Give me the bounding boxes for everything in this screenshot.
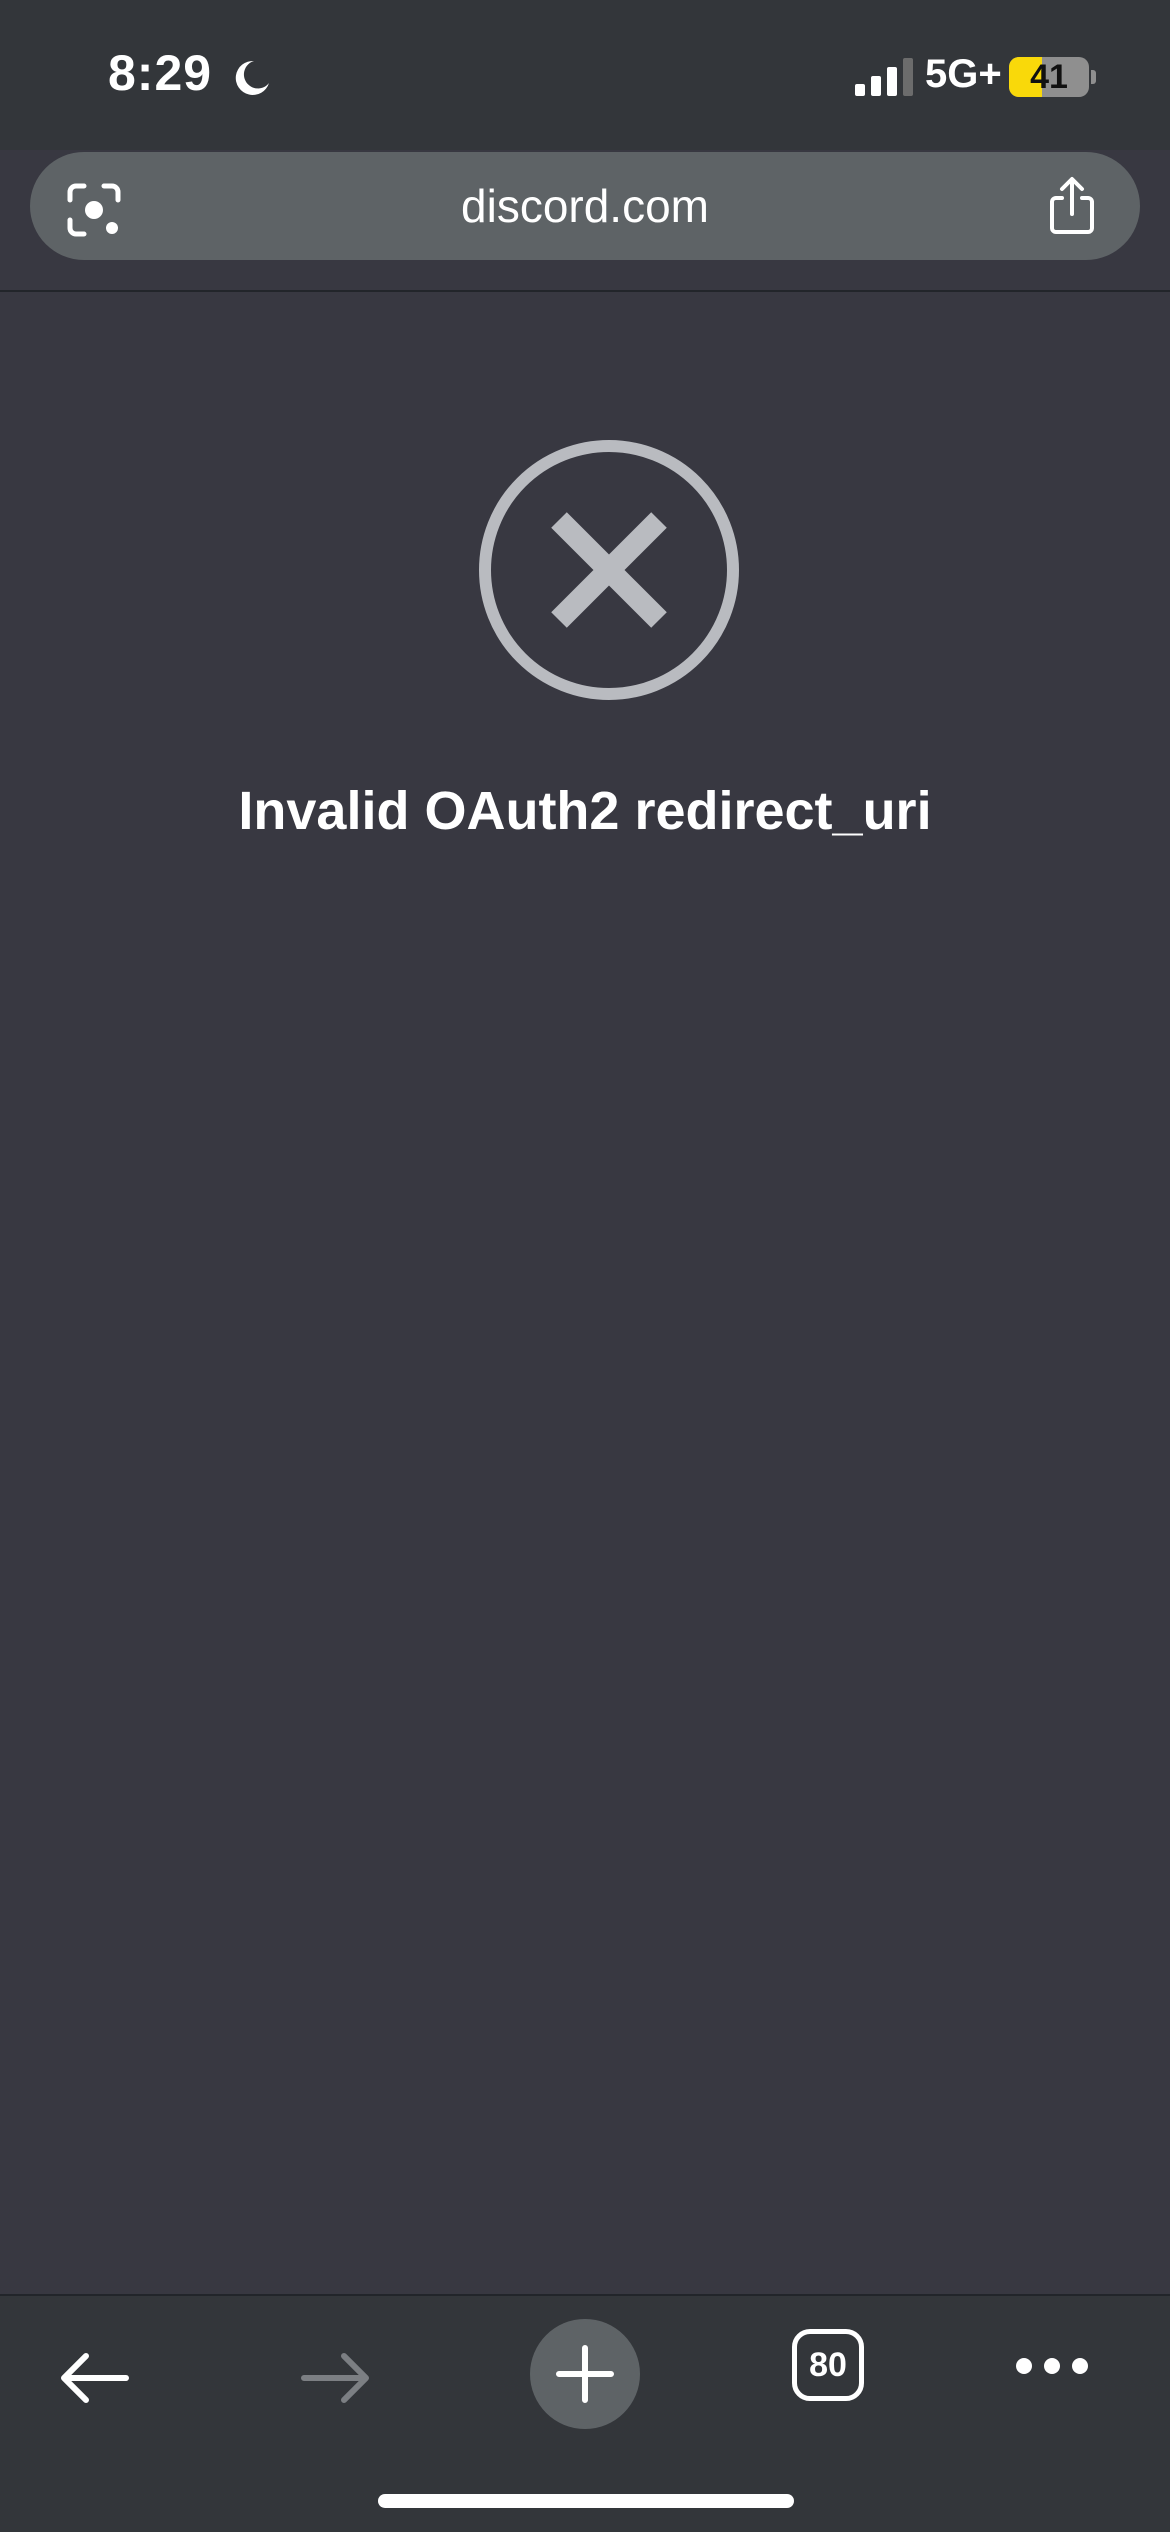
tab-count: 80 [809,2346,847,2384]
new-tab-button[interactable] [530,2319,640,2429]
battery-cap [1091,70,1096,84]
share-icon[interactable] [1044,176,1100,236]
plus-icon [556,2345,614,2403]
address-bar[interactable]: discord.com [30,152,1140,260]
page-content: Invalid OAuth2 redirect_uri [0,292,1170,2294]
tab-switcher-button[interactable]: 80 [792,2329,864,2401]
browser-toolbar: 80 [0,2294,1170,2532]
battery-icon: 41 [1009,57,1089,97]
more-horizontal-icon[interactable] [1014,2356,1090,2376]
network-type-label: 5G+ [925,52,1002,96]
status-time: 8:29 [108,45,213,101]
battery-level-text: 41 [1030,58,1068,96]
status-bar: 8:29 5G+ 41 discord.com [0,0,1170,260]
error-message: Invalid OAuth2 redirect_uri [238,781,932,841]
x-circle-icon [479,440,739,700]
home-indicator[interactable] [378,2494,794,2508]
arrow-left-icon[interactable] [58,2352,130,2404]
cellular-signal-icon [855,58,913,96]
arrow-right-icon[interactable] [300,2352,372,2404]
moon-icon [235,60,269,95]
url-text[interactable]: discord.com [30,152,1140,260]
